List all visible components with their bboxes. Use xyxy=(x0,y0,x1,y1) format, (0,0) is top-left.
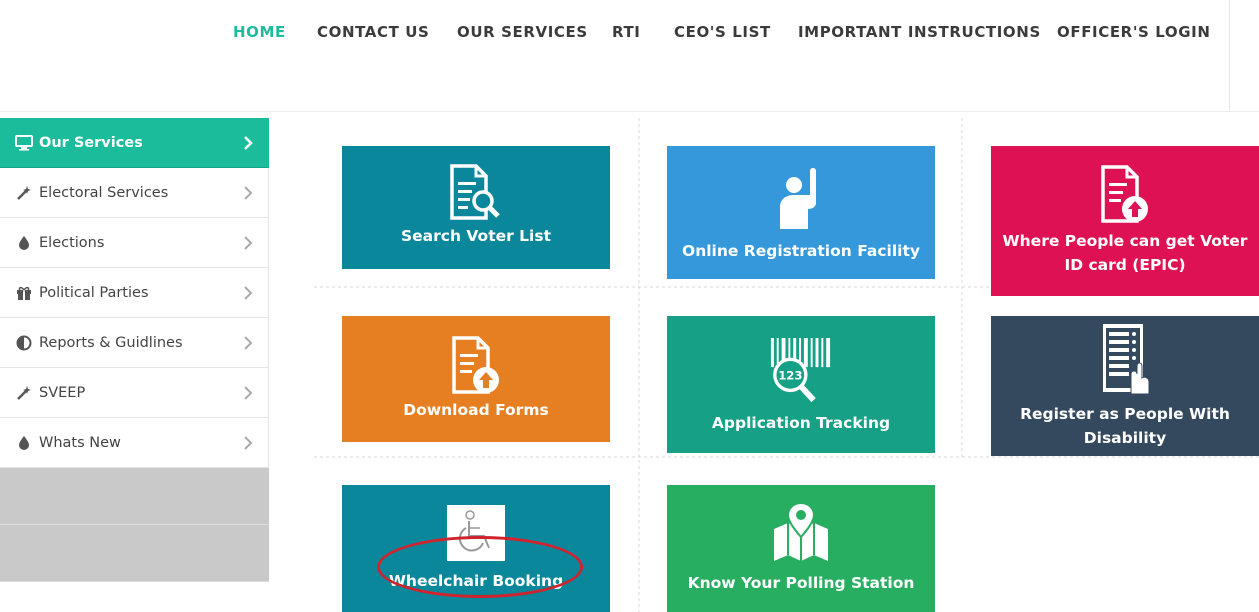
tile-label: Application Tracking xyxy=(711,413,891,432)
document-upload-icon xyxy=(1093,165,1157,225)
monitor-icon xyxy=(15,134,33,152)
sidebar-item-our-services[interactable]: Our Services xyxy=(0,118,269,168)
magic-wand-icon xyxy=(15,184,33,202)
sidebar-menu: Our Services Electoral Services Election… xyxy=(0,118,269,582)
nav-our-services[interactable]: OUR SERVICES xyxy=(457,23,588,41)
tile-download-forms[interactable]: Download Forms xyxy=(342,316,610,442)
tile-label: Know Your Polling Station xyxy=(687,573,915,592)
chevron-right-icon xyxy=(242,135,254,151)
highlight-circle-annotation xyxy=(377,536,583,598)
chevron-right-icon xyxy=(242,235,254,251)
sidebar-placeholder-block xyxy=(0,525,269,582)
tile-label: Online Registration Facility xyxy=(682,241,920,260)
nav-home[interactable]: HOME xyxy=(233,23,286,41)
tile-label: Where People can get Voter ID card (EPIC… xyxy=(1002,232,1248,274)
chevron-right-icon xyxy=(242,335,254,351)
site-header: HOME CONTACT US OUR SERVICES RTI CEO'S L… xyxy=(0,0,1259,112)
tile-application-tracking[interactable]: 123 Application Tracking xyxy=(667,316,935,453)
tile-search-voter-list[interactable]: Search Voter List xyxy=(342,146,610,269)
document-search-icon xyxy=(444,163,508,222)
chevron-right-icon xyxy=(242,385,254,401)
half-circle-icon xyxy=(15,334,33,352)
sidebar-item-electoral-services[interactable]: Electoral Services xyxy=(0,168,269,218)
sidebar-item-label: Our Services xyxy=(39,134,143,151)
gift-icon xyxy=(15,284,33,302)
sidebar-item-sveep[interactable]: SVEEP xyxy=(0,368,269,418)
sidebar-item-label: Electoral Services xyxy=(39,184,169,201)
tile-online-registration[interactable]: Online Registration Facility xyxy=(667,146,935,279)
raised-hand-person-icon xyxy=(769,163,833,233)
document-upload-icon xyxy=(444,336,508,396)
sidebar-item-label: Reports & Guidlines xyxy=(39,334,183,351)
tile-label: Download Forms xyxy=(403,401,549,419)
sidebar-item-label: Elections xyxy=(39,234,105,251)
nav-officers-login[interactable]: OFFICER'S LOGIN xyxy=(1057,23,1210,41)
nav-ceos-list[interactable]: CEO'S LIST xyxy=(674,23,771,41)
tile-label: Register as People With Disability xyxy=(1020,405,1230,447)
tile-know-your-polling-station[interactable]: Know Your Polling Station xyxy=(667,485,935,612)
chevron-right-icon xyxy=(242,285,254,301)
sidebar-item-label: Political Parties xyxy=(39,284,149,301)
tile-label: Search Voter List xyxy=(401,226,551,245)
chevron-right-icon xyxy=(242,185,254,201)
sidebar-item-reports-guidlines[interactable]: Reports & Guidlines xyxy=(0,318,269,368)
magic-wand-icon xyxy=(15,384,33,402)
svg-text:123: 123 xyxy=(778,368,802,382)
sidebar-item-political-parties[interactable]: Political Parties xyxy=(0,268,269,318)
chevron-right-icon xyxy=(242,435,254,451)
sidebar-item-whats-new[interactable]: Whats New xyxy=(0,418,269,468)
map-pin-icon xyxy=(769,502,833,563)
droplet-icon xyxy=(15,434,33,452)
sidebar-placeholder-block xyxy=(0,468,269,525)
barcode-magnifier-icon: 123 xyxy=(769,335,833,407)
nav-rti[interactable]: RTI xyxy=(612,23,641,41)
droplet-icon xyxy=(15,234,33,252)
tile-where-people-get-voter-id[interactable]: Where People can get Voter ID card (EPIC… xyxy=(991,146,1259,296)
tile-register-pwd[interactable]: Register as People With Disability xyxy=(991,316,1259,456)
nav-contact-us[interactable]: CONTACT US xyxy=(317,23,429,41)
sidebar-item-label: SVEEP xyxy=(39,384,86,401)
nav-important-instructions[interactable]: IMPORTANT INSTRUCTIONS xyxy=(798,23,1041,41)
voting-machine-icon xyxy=(1093,322,1157,396)
sidebar-item-label: Whats New xyxy=(39,434,121,451)
sidebar-item-elections[interactable]: Elections xyxy=(0,218,269,268)
header-divider xyxy=(1229,0,1230,112)
